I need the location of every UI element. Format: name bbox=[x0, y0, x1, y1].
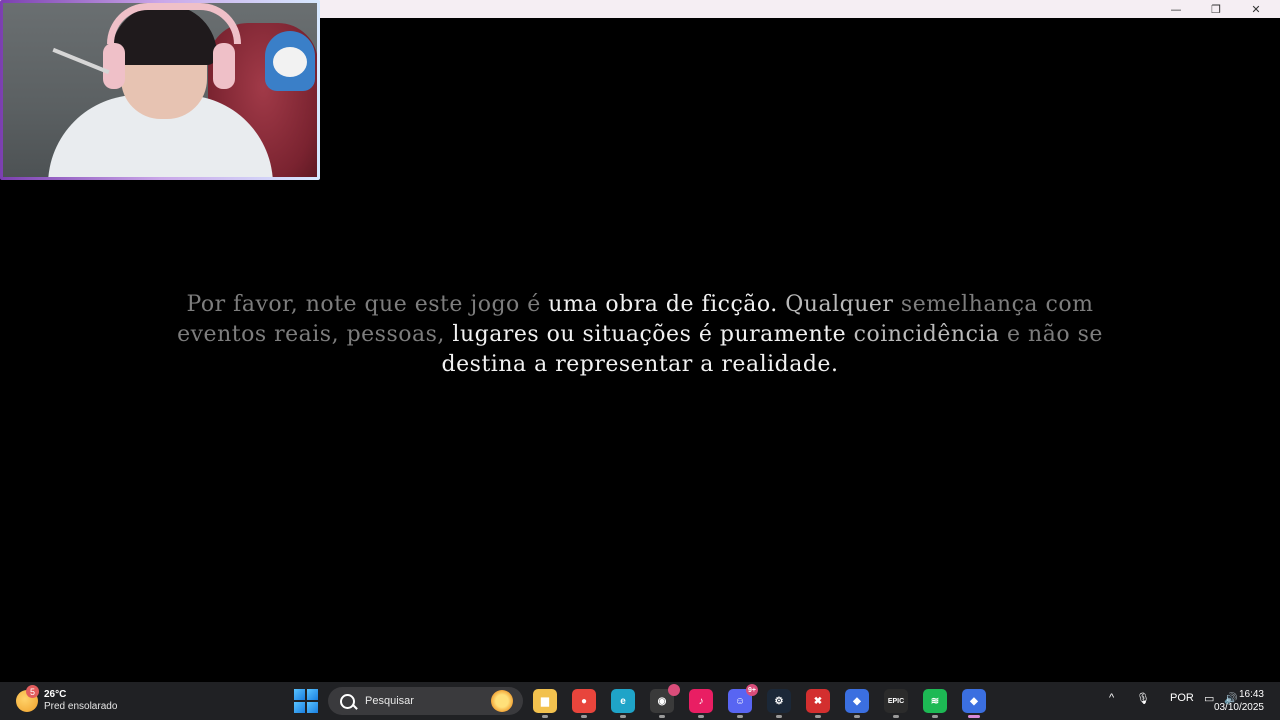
webcam-overlay bbox=[0, 0, 320, 180]
roblox-studio-glyph: ◆ bbox=[853, 695, 861, 707]
obs-notification-badge bbox=[668, 684, 680, 696]
obs-icon[interactable]: ◉ bbox=[650, 684, 680, 718]
fiction-disclaimer-text: Por favor, note que este jogo é uma obra… bbox=[140, 290, 1140, 380]
disclaimer-segment: coincidência bbox=[846, 322, 1000, 347]
roblox-studio-icon[interactable]: ◆ bbox=[845, 689, 869, 718]
weather-badge: 5 bbox=[26, 685, 39, 698]
microphone-icon[interactable]: 🎙 bbox=[1136, 692, 1150, 705]
restore-button[interactable]: ❐ bbox=[1196, 0, 1236, 18]
running-app-indicator bbox=[932, 715, 938, 718]
epic-games-glyph: EPIC bbox=[887, 697, 905, 705]
disclaimer-segment: lugares ou situações é puramente bbox=[452, 322, 847, 347]
weather-temperature: 26°C bbox=[44, 689, 67, 700]
spotify-icon[interactable]: ≋ bbox=[923, 689, 947, 718]
file-explorer-glyph: ▆ bbox=[541, 695, 549, 707]
show-hidden-icons-chevron-icon[interactable]: ^ bbox=[1109, 692, 1114, 704]
search-box[interactable]: Pesquisar bbox=[328, 687, 523, 715]
edge-glyph: e bbox=[620, 695, 626, 707]
disclaimer-segment: destina a representar a realidade. bbox=[441, 352, 839, 377]
discord-notification-badge: 9+ bbox=[746, 684, 758, 696]
active-app-indicator bbox=[968, 715, 980, 718]
running-app-indicator bbox=[854, 715, 860, 718]
roblox-glyph: ◆ bbox=[970, 695, 978, 707]
headset-right-cup bbox=[213, 43, 235, 89]
disclaimer-segment: eventos reais, pessoas, bbox=[177, 322, 453, 347]
epic-games-icon[interactable]: EPIC bbox=[884, 689, 908, 718]
minimize-button[interactable]: — bbox=[1156, 0, 1196, 18]
weather-widget[interactable]: 5 26°C Pred ensolarado bbox=[16, 685, 118, 716]
system-tray: ^ 🎙 POR ▭ 🔊 16:43 03/10/2025 bbox=[1050, 682, 1280, 720]
tiktok-glyph: ♪ bbox=[698, 695, 704, 707]
disclaimer-segment: Qualquer bbox=[777, 292, 901, 317]
running-app-indicator bbox=[542, 715, 548, 718]
game-app-red-icon[interactable]: ✖ bbox=[806, 689, 830, 718]
running-app-indicator bbox=[581, 715, 587, 718]
discord-glyph: ☺ bbox=[734, 695, 746, 707]
game-app-red-glyph: ✖ bbox=[813, 695, 823, 707]
language-indicator[interactable]: POR bbox=[1170, 692, 1194, 704]
plush-toy bbox=[265, 31, 315, 91]
tiktok-icon[interactable]: ♪ bbox=[689, 689, 713, 718]
obs-glyph: ◉ bbox=[657, 695, 667, 707]
running-app-indicator bbox=[620, 715, 626, 718]
running-app-indicator bbox=[737, 715, 743, 718]
windows-logo-icon bbox=[294, 689, 305, 700]
chrome-icon[interactable]: ● bbox=[572, 689, 596, 718]
running-app-indicator bbox=[659, 715, 665, 718]
steam-icon[interactable]: ⚙ bbox=[767, 689, 791, 718]
start-button[interactable] bbox=[294, 689, 318, 713]
running-app-indicator bbox=[893, 715, 899, 718]
search-icon bbox=[340, 693, 355, 709]
disclaimer-segment: Por favor, note que este jogo é bbox=[186, 292, 549, 317]
discord-icon[interactable]: ☺ 9+ bbox=[728, 684, 758, 718]
chrome-glyph: ● bbox=[580, 695, 588, 707]
close-button[interactable]: ✕ bbox=[1236, 0, 1276, 18]
running-app-indicator bbox=[698, 715, 704, 718]
weather-sun-icon: 5 bbox=[16, 685, 39, 712]
clock-time: 16:43 bbox=[1238, 689, 1264, 700]
clock-date: 03/10/2025 bbox=[1213, 702, 1264, 713]
spotify-glyph: ≋ bbox=[930, 695, 940, 707]
clock[interactable]: 16:43 03/10/2025 bbox=[1214, 688, 1264, 714]
running-app-indicator bbox=[815, 715, 821, 718]
headset-left-cup bbox=[103, 43, 125, 89]
steam-glyph: ⚙ bbox=[774, 695, 784, 707]
disclaimer-segment: e não se bbox=[999, 322, 1103, 347]
roblox-icon[interactable]: ◆ bbox=[962, 689, 986, 718]
edge-icon[interactable]: e bbox=[611, 689, 635, 718]
search-label: Pesquisar bbox=[365, 695, 414, 707]
network-icon[interactable]: ▭ bbox=[1204, 692, 1214, 705]
file-explorer-icon[interactable]: ▆ bbox=[533, 689, 557, 718]
search-highlight-icon bbox=[491, 690, 513, 712]
taskbar: 5 26°C Pred ensolarado Pesquisar ▆ ● e ◉ ♪ ☺ 9… bbox=[0, 682, 1280, 720]
running-app-indicator bbox=[776, 715, 782, 718]
headset-band bbox=[107, 3, 241, 44]
weather-condition: Pred ensolarado bbox=[44, 701, 118, 712]
disclaimer-segment: semelhança com bbox=[900, 292, 1094, 317]
disclaimer-segment: uma obra de ficção. bbox=[548, 292, 778, 317]
